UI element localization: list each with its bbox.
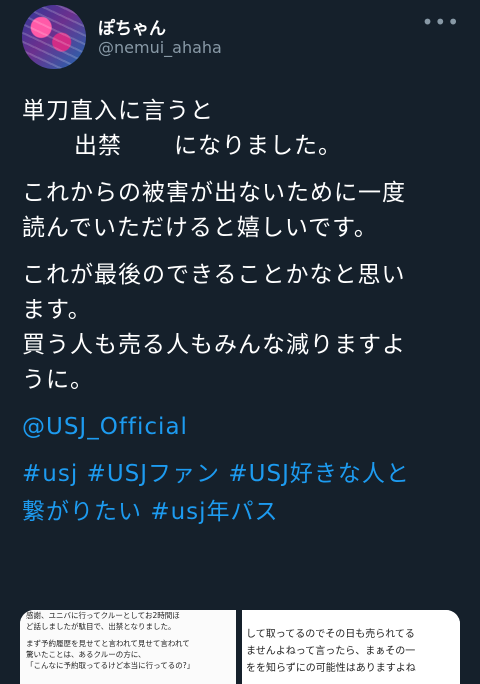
hashtag-link[interactable]: #usj bbox=[22, 461, 78, 487]
more-horizontal-icon[interactable]: ••• bbox=[422, 10, 460, 34]
attached-image-1[interactable]: 感謝、ユニバに行ってクルーとしてお2時間ほ ど話しましたが駄目で、出禁となりまし… bbox=[20, 610, 236, 684]
image-text-line: まず予約履歴を見せてと言われて見せて言われて bbox=[26, 639, 190, 648]
avatar[interactable] bbox=[22, 5, 86, 69]
hashtags: #usj #USJファン #USJ好きな人と 繋がりたい #usj年パス bbox=[22, 455, 467, 531]
image-text-line: して取ってるのでその日も売られてる bbox=[246, 629, 415, 640]
image-text-line: ませんよねって言ったら、まぁその一 bbox=[246, 646, 416, 657]
hashtag-link[interactable]: 繋がりたい bbox=[22, 499, 142, 525]
image-text-line: をを知らずにの可能性はありますよね bbox=[246, 663, 416, 674]
display-name[interactable]: ぽちゃん bbox=[98, 14, 166, 39]
hashtag-link[interactable]: #usj年パス bbox=[150, 499, 278, 525]
hashtag-link[interactable]: #USJ好きな人と bbox=[228, 461, 410, 487]
tweet-line: 買う人も売る人もみんな減りますよ bbox=[22, 332, 406, 358]
image-text-line: 「こんなに予約取ってるけど本当に行ってるの?」 bbox=[26, 661, 195, 670]
tweet-line: 読んでいただけると嬉しいです。 bbox=[22, 215, 378, 241]
tweet-header: ぽちゃん @nemui_ahaha ••• bbox=[0, 0, 480, 80]
image-text-line: 感謝、ユニバに行ってクルーとしてお2時間ほ bbox=[26, 611, 180, 620]
tweet-line: 出禁 になりました。 bbox=[22, 129, 467, 164]
mention-link[interactable]: @USJ_Official bbox=[22, 410, 467, 445]
tweet-line: うに。 bbox=[22, 367, 94, 393]
attached-images: 感謝、ユニバに行ってクルーとしてお2時間ほ ど話しましたが駄目で、出禁となりまし… bbox=[20, 610, 460, 684]
tweet-text: 単刀直入に言うと 出禁 になりました。 これからの被害が出ないために一度 読んでい… bbox=[22, 94, 467, 531]
user-handle[interactable]: @nemui_ahaha bbox=[98, 38, 222, 57]
image-text-line: ど話しましたが駄目で、出禁となりました。 bbox=[26, 622, 176, 631]
attached-image-2[interactable]: して取ってるのでその日も売られてる ませんよねって言ったら、まぁその一 をを知ら… bbox=[242, 610, 460, 684]
tweet-word: になりました。 bbox=[174, 133, 342, 159]
image-text-line: 驚いたことは、あるクルーの方に、 bbox=[26, 650, 146, 659]
tweet-word: 出禁 bbox=[74, 133, 122, 159]
tweet-line: 単刀直入に言うと bbox=[22, 98, 214, 124]
tweet-line: これが最後のできることかなと思い bbox=[22, 262, 406, 288]
hashtag-link[interactable]: #USJファン bbox=[87, 461, 221, 487]
tweet-line: ます。 bbox=[22, 297, 92, 323]
tweet-line: これからの被害が出ないために一度 bbox=[22, 180, 406, 206]
